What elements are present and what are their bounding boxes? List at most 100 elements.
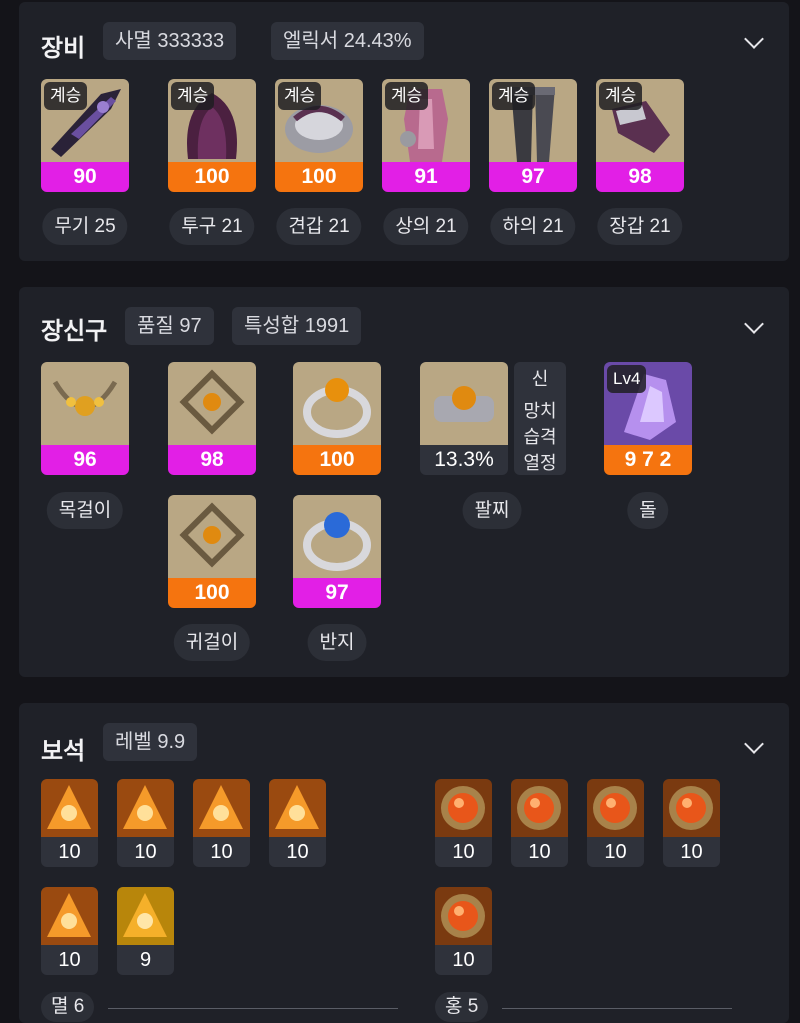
crimson-gem-icon bbox=[511, 779, 568, 837]
accessory-necklace[interactable]: 96 bbox=[41, 362, 129, 475]
annihilation-gem-icon bbox=[193, 779, 250, 837]
equipment-title: 장비 bbox=[41, 35, 86, 62]
accessory-earring-1[interactable]: 98 bbox=[168, 362, 256, 475]
equipment-label-gloves: 장갑 21 bbox=[597, 208, 683, 245]
crimson-gem[interactable]: 10 bbox=[663, 779, 720, 867]
equipment-label-helmet: 투구 21 bbox=[169, 208, 255, 245]
crimson-gem-icon bbox=[663, 779, 720, 837]
divider bbox=[502, 1008, 732, 1009]
bracelet-effect: 신 bbox=[531, 369, 549, 389]
gem-level: 10 bbox=[511, 837, 568, 867]
inheritance-badge: 계승 bbox=[44, 82, 88, 110]
chevron-down-icon[interactable] bbox=[744, 29, 764, 49]
crimson-gem[interactable]: 10 bbox=[435, 779, 492, 867]
annihilation-gem[interactable]: 10 bbox=[193, 779, 250, 867]
necklace-icon bbox=[41, 362, 129, 445]
crimson-gem-icon bbox=[587, 779, 644, 837]
accessory-label-bracelet: 팔찌 bbox=[462, 492, 522, 529]
earring-icon bbox=[168, 495, 256, 578]
bracelet-effect: 열정 bbox=[523, 453, 557, 473]
annihilation-gem[interactable]: 10 bbox=[41, 779, 98, 867]
accessory-label-necklace: 목걸이 bbox=[46, 492, 124, 529]
annihilation-gem[interactable]: 10 bbox=[269, 779, 326, 867]
chevron-down-icon[interactable] bbox=[744, 314, 764, 334]
annihilation-gem-icon bbox=[269, 779, 326, 837]
inheritance-badge: 계승 bbox=[492, 82, 536, 110]
bracelet-effect: 망치 bbox=[523, 401, 557, 421]
inheritance-badge: 계승 bbox=[171, 82, 215, 110]
quality-value: 100 bbox=[275, 162, 363, 192]
gem-level: 10 bbox=[193, 837, 250, 867]
quality-value: 97 bbox=[293, 578, 381, 608]
annihilation-gem[interactable]: 10 bbox=[117, 779, 174, 867]
gem-level: 10 bbox=[587, 837, 644, 867]
crimson-gem[interactable]: 10 bbox=[511, 779, 568, 867]
accessories-title: 장신구 bbox=[41, 318, 108, 345]
equipment-header[interactable]: 장비 사멸 333333 엘릭서 24.43% bbox=[19, 2, 789, 62]
quality-value: 90 bbox=[41, 162, 129, 192]
bracelet-effects: 신 망치 습격 열정 bbox=[514, 362, 566, 475]
accessory-label-earring: 귀걸이 bbox=[173, 624, 251, 661]
crimson-gem[interactable]: 10 bbox=[435, 887, 492, 975]
equipment-item-shoulder[interactable]: 계승 100 bbox=[275, 79, 363, 192]
gem-level: 10 bbox=[41, 837, 98, 867]
ability-stone[interactable]: Lv4 9 7 2 bbox=[604, 362, 692, 475]
inheritance-badge: 계승 bbox=[599, 82, 643, 110]
bracelet-effect: 습격 bbox=[523, 427, 557, 447]
inheritance-badge: 계승 bbox=[278, 82, 322, 110]
quality-value: 98 bbox=[168, 445, 256, 475]
accessories-header[interactable]: 장신구 품질 97 특성합 1991 bbox=[19, 287, 789, 347]
gem-level: 9 bbox=[117, 945, 174, 975]
quality-value: 97 bbox=[489, 162, 577, 192]
equipment-item-gloves[interactable]: 계승 98 bbox=[596, 79, 684, 192]
equipment-label-pants: 하의 21 bbox=[490, 208, 576, 245]
accessory-ring-2[interactable]: 97 bbox=[293, 495, 381, 608]
quality-value: 98 bbox=[596, 162, 684, 192]
bracelet-value: 13.3% bbox=[420, 445, 508, 475]
stone-value: 9 7 2 bbox=[604, 445, 692, 475]
annihilation-gem-icon bbox=[41, 887, 98, 945]
annihilation-gem-icon bbox=[117, 779, 174, 837]
stone-level-badge: Lv4 bbox=[607, 365, 647, 393]
gems-header[interactable]: 보석 레벨 9.9 bbox=[19, 703, 789, 765]
divider bbox=[108, 1008, 398, 1009]
quality-value: 100 bbox=[168, 162, 256, 192]
equipment-item-helmet[interactable]: 계승 100 bbox=[168, 79, 256, 192]
annihilation-gem-icon bbox=[117, 887, 174, 945]
accessories-card: 장신구 품질 97 특성합 1991 bbox=[19, 287, 789, 677]
gem-level: 10 bbox=[663, 837, 720, 867]
equipment-item-pants[interactable]: 계승 97 bbox=[489, 79, 577, 192]
ring-icon bbox=[293, 495, 381, 578]
gems-title: 보석 bbox=[41, 738, 86, 765]
equipment-item-chest[interactable]: 계승 91 bbox=[382, 79, 470, 192]
elixir-chip: 엘릭서 24.43% bbox=[271, 22, 424, 60]
accessory-bracelet[interactable]: 13.3% bbox=[420, 362, 508, 475]
gem-level: 10 bbox=[117, 837, 174, 867]
equipment-label-chest: 상의 21 bbox=[383, 208, 469, 245]
quality-chip: 품질 97 bbox=[125, 307, 214, 345]
inheritance-badge: 계승 bbox=[385, 82, 429, 110]
crimson-gem-icon bbox=[435, 887, 492, 945]
annihilation-gem-icon bbox=[41, 779, 98, 837]
quality-value: 91 bbox=[382, 162, 470, 192]
quality-value: 100 bbox=[168, 578, 256, 608]
annihilation-gem[interactable]: 9 bbox=[117, 887, 174, 975]
quality-value: 96 bbox=[41, 445, 129, 475]
crimson-gem[interactable]: 10 bbox=[587, 779, 644, 867]
destruction-chip: 사멸 333333 bbox=[103, 22, 237, 60]
gem-level: 10 bbox=[41, 945, 98, 975]
gem-level: 10 bbox=[435, 837, 492, 867]
annihilation-group-label: 멸 6 bbox=[41, 992, 95, 1022]
earring-icon bbox=[168, 362, 256, 445]
stat-sum-chip: 특성합 1991 bbox=[232, 307, 362, 345]
accessory-earring-2[interactable]: 100 bbox=[168, 495, 256, 608]
gem-level-chip: 레벨 9.9 bbox=[103, 723, 198, 761]
equipment-label-shoulder: 견갑 21 bbox=[276, 208, 362, 245]
accessory-ring-1[interactable]: 100 bbox=[293, 362, 381, 475]
equipment-item-weapon[interactable]: 계승 90 bbox=[41, 79, 129, 192]
crimson-group-label: 홍 5 bbox=[435, 992, 489, 1022]
annihilation-gem[interactable]: 10 bbox=[41, 887, 98, 975]
gem-level: 10 bbox=[435, 945, 492, 975]
crimson-gem-icon bbox=[435, 779, 492, 837]
chevron-down-icon[interactable] bbox=[744, 734, 764, 754]
